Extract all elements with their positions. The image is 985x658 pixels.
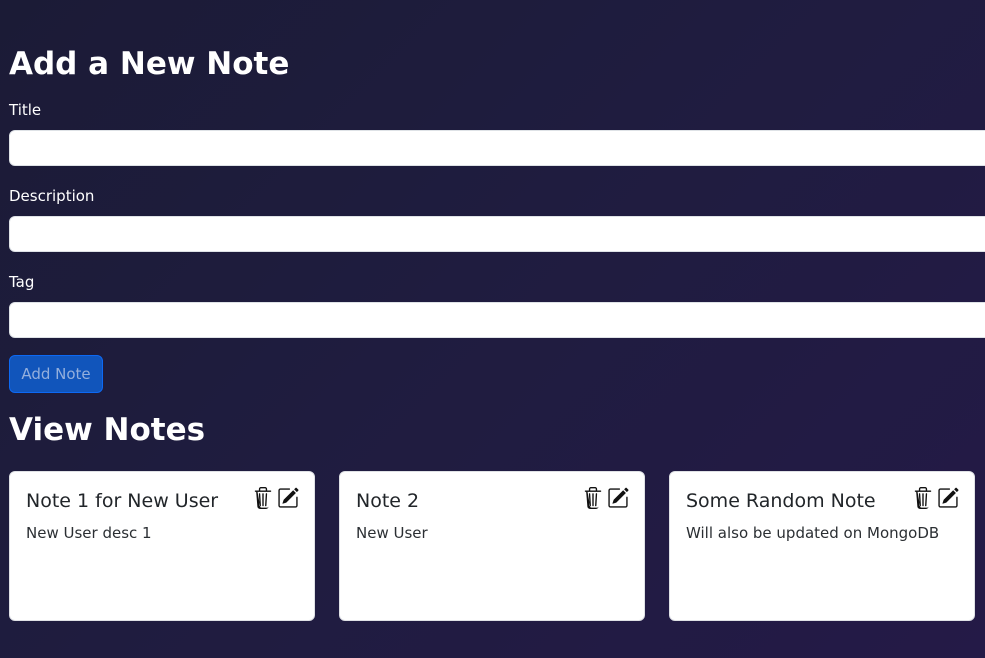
note-card: Note 1 for New User New User desc 1	[9, 471, 315, 621]
tag-input[interactable]	[9, 302, 985, 338]
note-title: Some Random Note	[686, 490, 876, 512]
trash-icon[interactable]	[582, 487, 604, 509]
notes-page: Add a New Note Title Description Tag Add…	[9, 0, 985, 658]
note-description: New User desc 1	[26, 524, 152, 542]
edit-icon[interactable]	[277, 487, 299, 509]
description-input[interactable]	[9, 216, 985, 252]
note-title: Note 2	[356, 490, 420, 512]
add-note-heading: Add a New Note	[9, 46, 290, 82]
note-description: New User	[356, 524, 428, 542]
edit-icon[interactable]	[937, 487, 959, 509]
edit-icon[interactable]	[607, 487, 629, 509]
tag-label: Tag	[9, 273, 35, 291]
title-label: Title	[9, 101, 42, 119]
add-note-button[interactable]: Add Note	[9, 355, 103, 393]
note-description: Will also be updated on MongoDB	[686, 524, 940, 542]
trash-icon[interactable]	[912, 487, 934, 509]
title-input[interactable]	[9, 130, 985, 166]
trash-icon[interactable]	[252, 487, 274, 509]
description-label: Description	[9, 187, 95, 205]
note-card: Some Random Note Will also be updated on…	[669, 471, 975, 621]
note-card: Note 2 New User	[339, 471, 645, 621]
view-notes-heading: View Notes	[9, 412, 206, 448]
note-title: Note 1 for New User	[26, 490, 219, 512]
notes-list: Note 1 for New User New User desc 1 Note…	[9, 471, 985, 621]
